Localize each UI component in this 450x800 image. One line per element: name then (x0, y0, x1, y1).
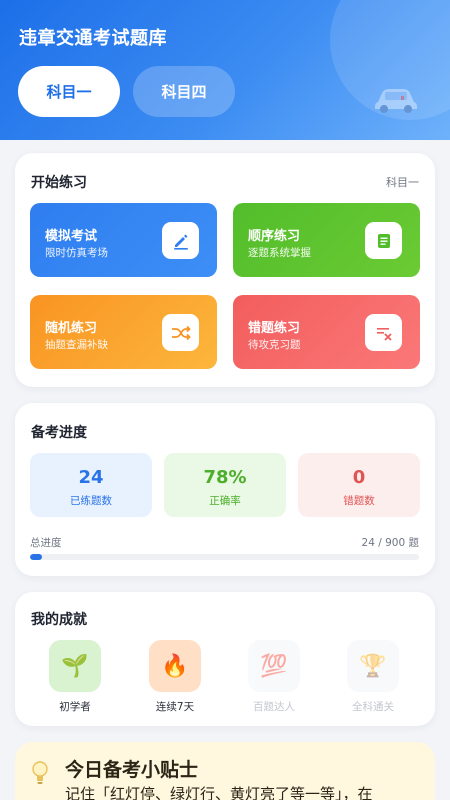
tile-title: 随机练习 (45, 321, 98, 336)
tile-title: 错题练习 (248, 321, 301, 336)
tab-subject-one[interactable]: 科目一 (18, 66, 120, 117)
progress-bar-fill (30, 554, 42, 560)
tile-subtitle: 逐题系统掌握 (248, 247, 311, 259)
stat-practiced: 24 已练题数 (30, 453, 152, 517)
car-icon (375, 89, 417, 113)
pencil-edit-icon (162, 222, 199, 259)
achievements-card: 我的成就 🌱 初学者 🔥 连续7天 💯 百题达人 🏆 全科通关 (15, 592, 435, 726)
achievement-label: 初学者 (59, 701, 91, 713)
achievement-hundred[interactable]: 💯 百题达人 (234, 640, 314, 714)
stat-value: 78% (203, 467, 247, 488)
shuffle-icon (162, 314, 199, 351)
progress-title: 备考进度 (31, 425, 87, 441)
sequential-practice-button[interactable]: 顺序练习 逐题系统掌握 (233, 203, 420, 277)
overall-progress-value: 24 / 900 题 (361, 537, 419, 549)
tile-title: 模拟考试 (45, 229, 98, 244)
practice-card: 开始练习 科目一 模拟考试 限时仿真考场 顺序练习 逐题系统掌握 随机练习 抽题… (15, 153, 435, 387)
achievement-streak[interactable]: 🔥 连续7天 (135, 640, 215, 714)
fire-icon: 🔥 (149, 640, 201, 692)
random-practice-button[interactable]: 随机练习 抽题查漏补缺 (30, 295, 217, 369)
achievement-label: 百题达人 (253, 701, 295, 713)
app-title: 违章交通考试题库 (19, 28, 167, 49)
tab-subject-four[interactable]: 科目四 (133, 66, 235, 117)
stat-label: 错题数 (343, 495, 375, 507)
lightbulb-icon (32, 761, 48, 784)
trophy-icon: 🏆 (347, 640, 399, 692)
stat-label: 正确率 (209, 495, 241, 507)
achievement-label: 全科通关 (352, 701, 394, 713)
tile-subtitle: 限时仿真考场 (45, 247, 108, 259)
progress-bar (30, 554, 419, 560)
practice-title: 开始练习 (31, 175, 87, 191)
achievement-all-subjects[interactable]: 🏆 全科通关 (333, 640, 413, 714)
daily-tips-card: 今日备考小贴士 记住「红灯停、绿灯行、黄灯亮了等一等」，在 (15, 742, 435, 800)
stat-accuracy: 78% 正确率 (164, 453, 286, 517)
tile-subtitle: 抽题查漏补缺 (45, 339, 108, 351)
stat-value: 24 (78, 467, 104, 488)
wrong-questions-button[interactable]: 错题练习 待攻克习题 (233, 295, 420, 369)
tile-title: 顺序练习 (248, 229, 301, 244)
mock-exam-button[interactable]: 模拟考试 限时仿真考场 (30, 203, 217, 277)
achievement-beginner[interactable]: 🌱 初学者 (35, 640, 115, 714)
achievements-title: 我的成就 (31, 612, 87, 628)
tips-title: 今日备考小贴士 (65, 759, 199, 781)
stat-value: 0 (352, 467, 366, 488)
progress-card: 备考进度 24 已练题数 78% 正确率 0 错题数 总进度 24 / 900 … (15, 403, 435, 576)
hundred-points-icon: 💯 (248, 640, 300, 692)
stat-wrong: 0 错题数 (298, 453, 420, 517)
overall-progress-label: 总进度 (30, 537, 62, 549)
subject-tag: 科目一 (386, 176, 419, 189)
document-list-icon (365, 222, 402, 259)
achievement-label: 连续7天 (155, 701, 195, 713)
tips-text: 记住「红灯停、绿灯行、黄灯亮了等一等」，在 (65, 785, 373, 800)
seedling-icon: 🌱 (49, 640, 101, 692)
stat-label: 已练题数 (70, 495, 112, 507)
error-list-icon (365, 314, 402, 351)
tile-subtitle: 待攻克习题 (248, 339, 301, 351)
header: 违章交通考试题库 科目一 科目四 (0, 0, 450, 140)
